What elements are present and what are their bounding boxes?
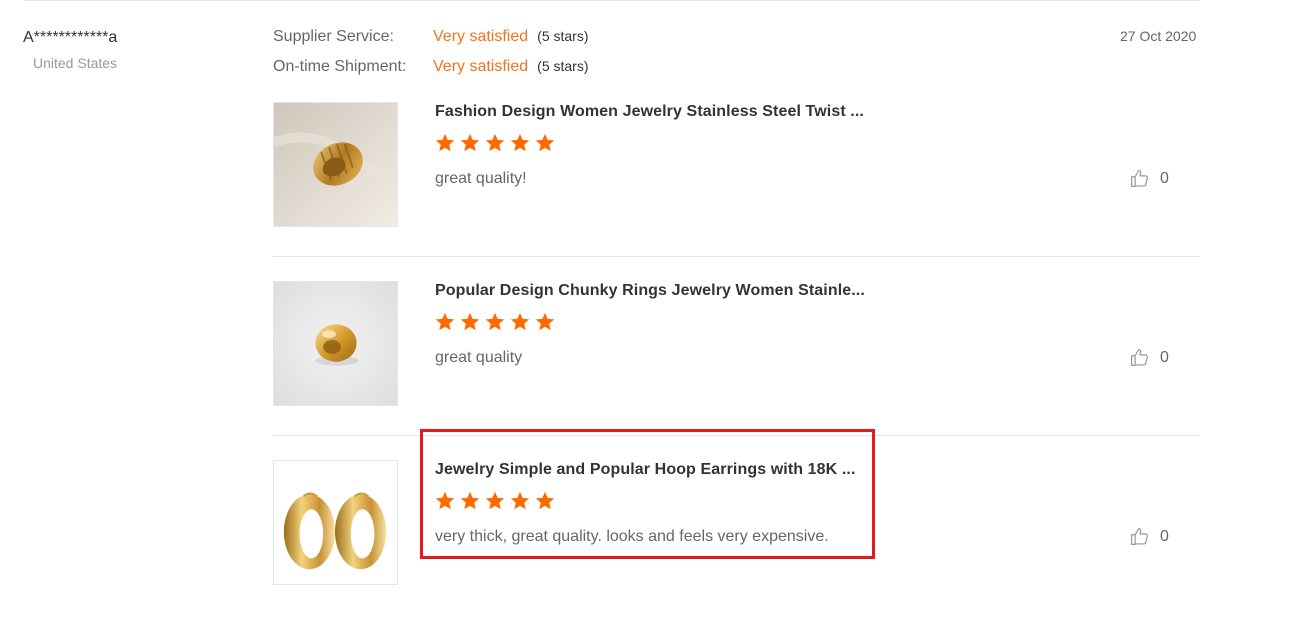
like-count: 0 (1160, 169, 1169, 187)
twisted-gold-ring-image[interactable] (273, 102, 398, 227)
rating-stars-text: (5 stars) (537, 28, 589, 44)
product-title[interactable]: Fashion Design Women Jewelry Stainless S… (435, 103, 864, 121)
top-divider (24, 0, 1200, 1)
rating-value: Very satisfied (433, 28, 529, 45)
star-icon (509, 132, 531, 154)
like-button[interactable]: 0 (1129, 526, 1169, 547)
shipment-rating: On-time Shipment: Very satisfied (5 star… (273, 58, 589, 80)
rating-stars-text: (5 stars) (537, 58, 589, 74)
review-divider (273, 256, 1200, 257)
thumbs-up-icon[interactable] (1129, 347, 1150, 368)
star-icon (484, 132, 506, 154)
chunky-gold-ring-image[interactable] (273, 281, 398, 406)
like-button[interactable]: 0 (1129, 168, 1169, 189)
like-button[interactable]: 0 (1129, 347, 1169, 368)
star-icon (484, 311, 506, 333)
thumbs-up-icon[interactable] (1129, 168, 1150, 189)
star-icon (534, 132, 556, 154)
star-icon (434, 311, 456, 333)
star-rating (434, 311, 556, 333)
review-text: great quality (435, 349, 523, 366)
star-icon (434, 132, 456, 154)
star-rating (434, 132, 556, 154)
star-icon (509, 311, 531, 333)
like-count: 0 (1160, 348, 1169, 366)
thumbs-up-icon[interactable] (1129, 526, 1150, 547)
like-count: 0 (1160, 527, 1169, 545)
review-item: Fashion Design Women Jewelry Stainless S… (273, 102, 1200, 281)
supplier-service-rating: Supplier Service: Very satisfied (5 star… (273, 28, 589, 50)
star-icon (534, 311, 556, 333)
reviewer-name: A************a (23, 29, 118, 46)
star-icon (459, 132, 481, 154)
rating-value: Very satisfied (433, 58, 529, 75)
review-date: 27 Oct 2020 (1120, 28, 1197, 44)
highlight-box (420, 429, 875, 559)
star-icon (459, 311, 481, 333)
rating-label: Supplier Service: (273, 28, 394, 45)
rating-label: On-time Shipment: (273, 58, 407, 75)
reviewer-country: United States (33, 55, 118, 71)
product-title[interactable]: Popular Design Chunky Rings Jewelry Wome… (435, 282, 865, 300)
gold-hoop-earrings-image[interactable] (273, 460, 398, 585)
review-text: great quality! (435, 170, 527, 187)
